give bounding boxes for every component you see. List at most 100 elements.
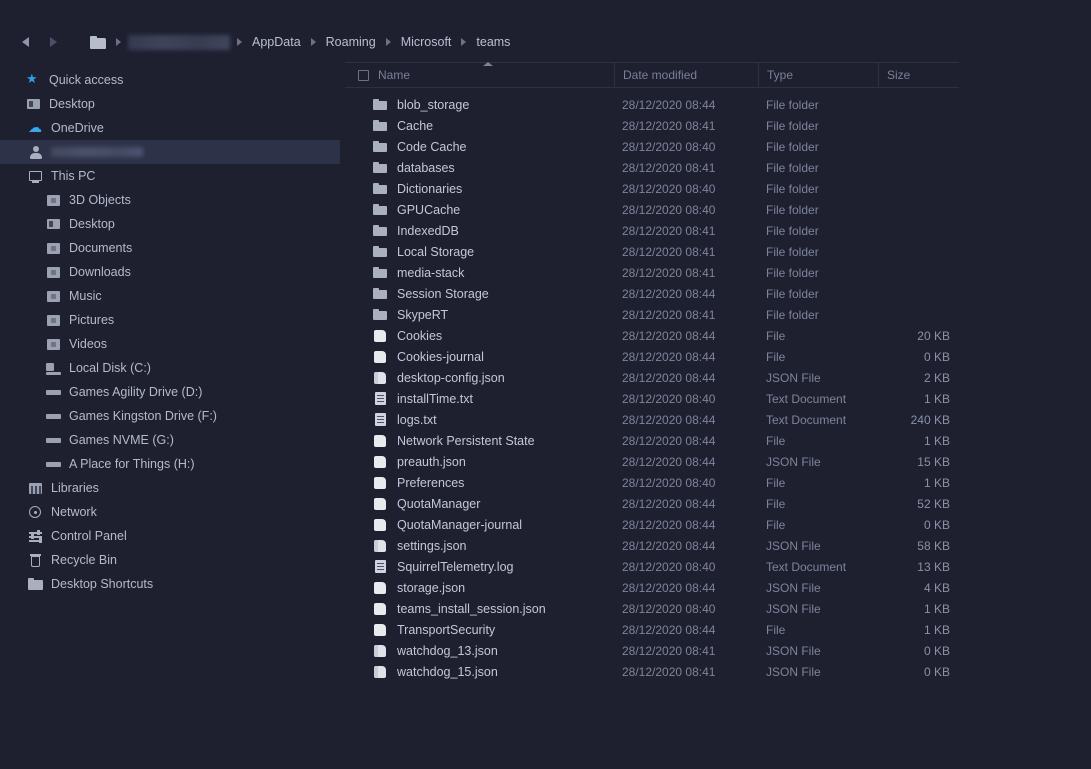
file-icon (373, 580, 388, 595)
select-all-checkbox[interactable] (358, 69, 369, 81)
sidebar-item-user[interactable] (0, 140, 340, 164)
sidebar-item-control-panel[interactable]: Control Panel (0, 524, 340, 548)
folder-icon (373, 97, 388, 112)
sidebar-item-desktop-shortcuts[interactable]: Desktop Shortcuts (0, 572, 340, 596)
sidebar-item-music[interactable]: Music (0, 284, 340, 308)
column-header-date-modified[interactable]: Date modified (614, 63, 758, 87)
column-header-type[interactable]: Type (758, 63, 878, 87)
cell-date-modified: 28/12/2020 08:44 (622, 370, 716, 385)
cell-type: File folder (766, 223, 819, 238)
sidebar-item-desktop[interactable]: Desktop (0, 92, 340, 116)
sidebar-item-games-agility-drive-d[interactable]: Games Agility Drive (D:) (0, 380, 340, 404)
table-row[interactable]: IndexedDB 28/12/2020 08:41 File folder (345, 220, 959, 241)
sidebar-item-this-pc[interactable]: This PC (0, 164, 340, 188)
cell-name: watchdog_15.json (345, 664, 614, 679)
table-row[interactable]: Preferences 28/12/2020 08:40 File 1 KB (345, 472, 959, 493)
file-icon (373, 433, 388, 448)
sidebar-item-3d-objects[interactable]: 3D Objects (0, 188, 340, 212)
table-row[interactable]: Dictionaries 28/12/2020 08:40 File folder (345, 178, 959, 199)
sidebar-item-pictures[interactable]: Pictures (0, 308, 340, 332)
sidebar-item-games-kingston-drive-f[interactable]: Games Kingston Drive (F:) (0, 404, 340, 428)
column-header-name[interactable]: Name (345, 62, 614, 87)
table-row[interactable]: blob_storage 28/12/2020 08:44 File folder (345, 94, 959, 115)
table-row[interactable]: Code Cache 28/12/2020 08:40 File folder (345, 136, 959, 157)
table-row[interactable]: teams_install_session.json 28/12/2020 08:… (345, 598, 959, 619)
sidebar-item-desktop[interactable]: Desktop (0, 212, 340, 236)
cell-date-modified: 28/12/2020 08:44 (622, 454, 716, 469)
sidebar-item-quick-access[interactable]: ★ Quick access (0, 68, 340, 92)
table-row[interactable]: Cookies 28/12/2020 08:44 File 20 KB (345, 325, 959, 346)
sidebar-item-videos[interactable]: Videos (0, 332, 340, 356)
file-name-label: teams_install_session.json (397, 601, 546, 616)
table-row[interactable]: preauth.json 28/12/2020 08:44 JSON File 15 … (345, 451, 959, 472)
cell-type: JSON File (766, 643, 821, 658)
breadcrumb-item-microsoft[interactable]: Microsoft (398, 33, 455, 51)
file-name-label: watchdog_15.json (397, 664, 498, 679)
table-row[interactable]: Local Storage 28/12/2020 08:41 File folder (345, 241, 959, 262)
sidebar-item-documents[interactable]: Documents (0, 236, 340, 260)
folder-icon (373, 286, 388, 301)
cell-type: File (766, 475, 786, 490)
sidebar-item-games-nvme-g[interactable]: Games NVME (G:) (0, 428, 340, 452)
table-row[interactable]: QuotaManager-journal 28/12/2020 08:44 File… (345, 514, 959, 535)
harddisk-icon (46, 360, 62, 376)
forward-button[interactable] (42, 31, 64, 53)
file-name-label: Local Storage (397, 244, 475, 259)
folder-icon (373, 202, 388, 217)
table-row[interactable]: TransportSecurity 28/12/2020 08:44 File 1 K… (345, 619, 959, 640)
column-header-size[interactable]: Size (878, 63, 958, 87)
sidebar-item-label (51, 147, 143, 157)
table-row[interactable]: Cookies-journal 28/12/2020 08:44 File 0 KB (345, 346, 959, 367)
sidebar-item-label: Network (51, 505, 97, 519)
cell-size: 52 KB (917, 496, 950, 511)
file-name-label: Cookies (397, 328, 443, 343)
sidebar-item-onedrive[interactable]: ☁ OneDrive (0, 116, 340, 140)
cell-name: Local Storage (345, 244, 614, 259)
table-row[interactable]: Network Persistent State 28/12/2020 08:44… (345, 430, 959, 451)
table-row[interactable]: installTime.txt 28/12/2020 08:40 Text Docu… (345, 388, 959, 409)
folder-icon[interactable] (90, 35, 107, 49)
breadcrumb-item-appdata[interactable]: AppData (249, 33, 304, 51)
downloads-icon (46, 264, 62, 280)
sidebar-item-recycle-bin[interactable]: Recycle Bin (0, 548, 340, 572)
table-row[interactable]: databases 28/12/2020 08:41 File folder (345, 157, 959, 178)
cell-type: JSON File (766, 454, 821, 469)
cell-date-modified: 28/12/2020 08:44 (622, 286, 716, 301)
sidebar-item-libraries[interactable]: Libraries (0, 476, 340, 500)
cell-name: installTime.txt (345, 391, 614, 406)
table-row[interactable]: storage.json 28/12/2020 08:44 JSON File 4 K… (345, 577, 959, 598)
cell-type: File folder (766, 118, 819, 133)
table-row[interactable]: QuotaManager 28/12/2020 08:44 File 52 KB (345, 493, 959, 514)
text-document-icon (373, 391, 388, 406)
table-row[interactable]: settings.json 28/12/2020 08:44 JSON File 58… (345, 535, 959, 556)
cell-date-modified: 28/12/2020 08:40 (622, 139, 716, 154)
cell-name: Session Storage (345, 286, 614, 301)
table-row[interactable]: watchdog_15.json 28/12/2020 08:41 JSON Fil… (345, 661, 959, 682)
table-row[interactable]: media-stack 28/12/2020 08:41 File folder (345, 262, 959, 283)
sidebar-item-local-disk-c[interactable]: Local Disk (C:) (0, 356, 340, 380)
back-button[interactable] (14, 31, 36, 53)
table-row[interactable]: Cache 28/12/2020 08:41 File folder (345, 115, 959, 136)
table-row[interactable]: SkypeRT 28/12/2020 08:41 File folder (345, 304, 959, 325)
folder-icon (373, 181, 388, 196)
breadcrumb-item-roaming[interactable]: Roaming (323, 33, 379, 51)
file-name-label: TransportSecurity (397, 622, 496, 637)
cell-type: JSON File (766, 601, 821, 616)
sidebar-item-a-place-for-things-h[interactable]: A Place for Things (H:) (0, 452, 340, 476)
table-row[interactable]: SquirrelTelemetry.log 28/12/2020 08:40 Tex… (345, 556, 959, 577)
table-row[interactable]: desktop-config.json 28/12/2020 08:44 JSON … (345, 367, 959, 388)
breadcrumb-item-user[interactable] (128, 34, 230, 50)
table-row[interactable]: logs.txt 28/12/2020 08:44 Text Document 240… (345, 409, 959, 430)
table-row[interactable]: GPUCache 28/12/2020 08:40 File folder (345, 199, 959, 220)
sidebar-item-label: Games Agility Drive (D:) (69, 385, 203, 399)
sidebar-item-network[interactable]: Network (0, 500, 340, 524)
table-row[interactable]: watchdog_13.json 28/12/2020 08:41 JSON Fil… (345, 640, 959, 661)
breadcrumb-item-teams[interactable]: teams (473, 33, 513, 51)
sidebar-item-downloads[interactable]: Downloads (0, 260, 340, 284)
cell-type: File folder (766, 286, 819, 301)
sidebar-item-label: Downloads (69, 265, 131, 279)
libraries-icon (28, 480, 44, 496)
cell-size: 0 KB (923, 349, 950, 364)
table-row[interactable]: Session Storage 28/12/2020 08:44 File fold… (345, 283, 959, 304)
sidebar-item-label: Quick access (49, 73, 124, 87)
